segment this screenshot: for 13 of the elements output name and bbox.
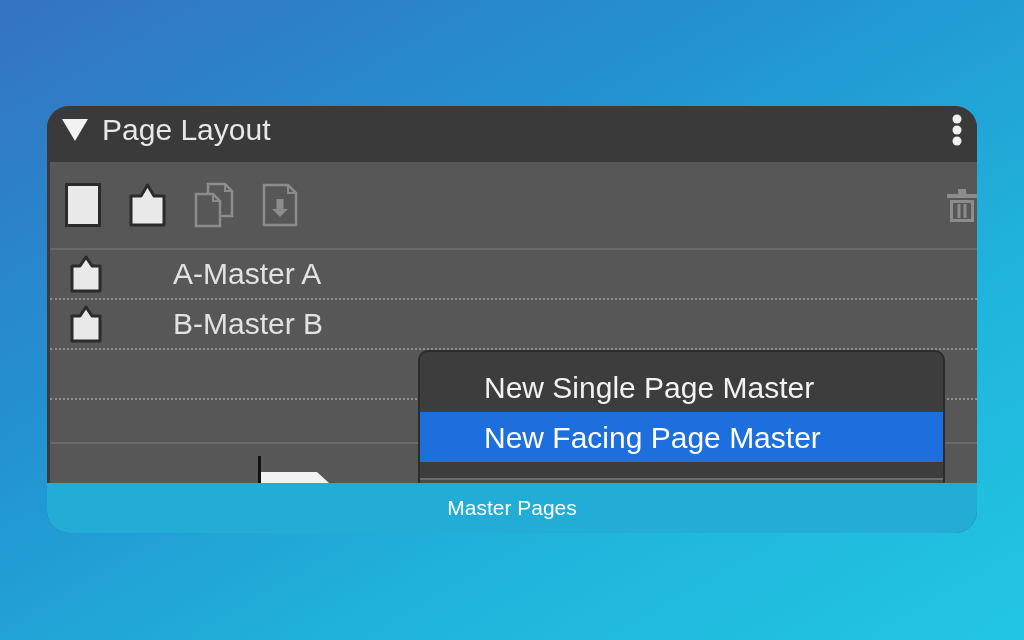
menu-item[interactable]: New Single Page Master — [420, 362, 943, 412]
master-name[interactable]: B-Master B — [173, 306, 324, 342]
panel-title: Page Layout — [102, 112, 271, 148]
more-options-icon[interactable] — [951, 114, 963, 146]
insertion-cursor — [258, 456, 261, 483]
master-page-icon — [70, 305, 102, 343]
blank-page-icon[interactable] — [65, 183, 101, 227]
master-page-icon[interactable] — [129, 183, 166, 227]
caption-text: Master Pages — [447, 495, 577, 521]
menu-item[interactable]: New Facing Page Master — [420, 412, 943, 462]
master-page-icon — [70, 255, 102, 293]
master-name[interactable]: A-Master A — [173, 256, 322, 292]
disclosure-triangle-icon[interactable] — [62, 119, 88, 141]
